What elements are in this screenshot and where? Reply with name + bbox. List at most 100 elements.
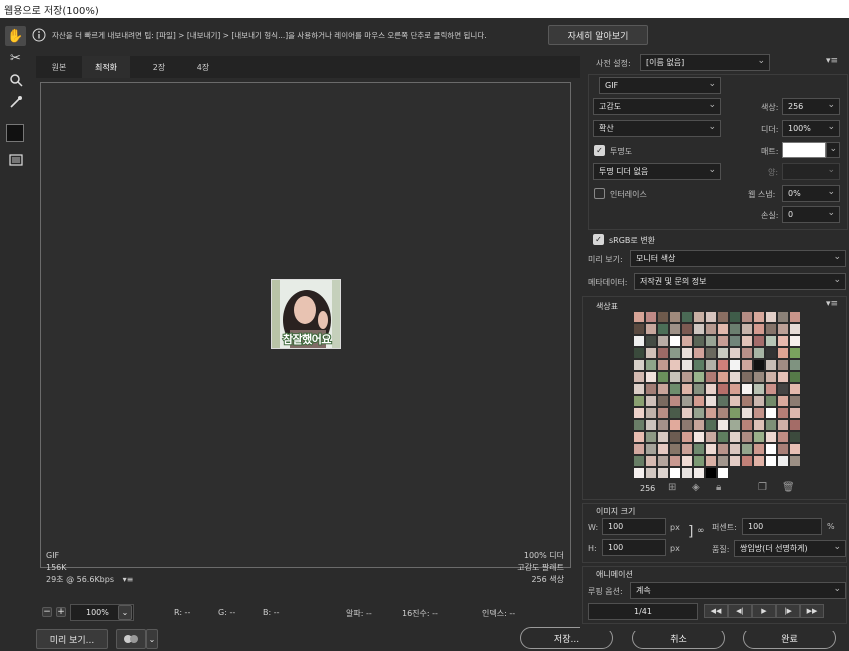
color-swatch[interactable] — [765, 431, 777, 443]
color-swatch[interactable] — [705, 467, 717, 479]
dither-algorithm-select[interactable]: 확산 ⌄ — [593, 120, 721, 137]
browser-preview-button[interactable]: 미리 보기... — [36, 629, 108, 649]
srgb-checkbox[interactable]: ✓ — [593, 234, 604, 245]
color-swatch[interactable] — [669, 443, 681, 455]
color-swatch[interactable] — [729, 431, 741, 443]
color-swatch[interactable] — [777, 311, 789, 323]
color-swatch[interactable] — [657, 419, 669, 431]
color-swatch[interactable] — [657, 467, 669, 479]
dither-field[interactable]: 100% ⌄ — [782, 120, 840, 137]
color-swatch[interactable] — [765, 407, 777, 419]
color-swatch[interactable] — [765, 359, 777, 371]
color-swatch[interactable] — [729, 347, 741, 359]
color-swatch[interactable] — [657, 323, 669, 335]
color-swatch[interactable] — [633, 347, 645, 359]
learn-more-button[interactable]: 자세히 알아보기 — [548, 25, 648, 45]
color-swatch[interactable] — [765, 443, 777, 455]
color-swatch[interactable] — [645, 455, 657, 467]
color-swatch[interactable] — [777, 443, 789, 455]
color-swatch[interactable] — [657, 311, 669, 323]
reduction-select[interactable]: 고감도 ⌄ — [593, 98, 721, 115]
color-swatch[interactable] — [657, 407, 669, 419]
color-swatch[interactable] — [633, 407, 645, 419]
color-swatch[interactable] — [645, 383, 657, 395]
color-swatch[interactable] — [753, 323, 765, 335]
color-swatch[interactable] — [717, 467, 729, 479]
color-swatch[interactable] — [765, 455, 777, 467]
tab-2up[interactable]: 2장 — [136, 56, 182, 78]
color-swatch[interactable] — [693, 383, 705, 395]
color-swatch[interactable] — [693, 467, 705, 479]
color-swatch[interactable] — [657, 443, 669, 455]
color-swatch[interactable] — [717, 371, 729, 383]
color-swatch[interactable] — [645, 347, 657, 359]
color-swatch[interactable] — [705, 455, 717, 467]
color-swatch[interactable] — [789, 311, 801, 323]
color-swatch[interactable] — [657, 431, 669, 443]
slice-select-tool-icon[interactable]: ✂ — [5, 48, 26, 68]
tab-optimized[interactable]: 최적화 — [82, 56, 130, 78]
next-frame-icon[interactable]: |▶ — [776, 604, 800, 618]
lossy-field[interactable]: 0 ⌄ — [782, 206, 840, 223]
color-swatch[interactable] — [741, 323, 753, 335]
color-swatch[interactable] — [789, 383, 801, 395]
color-swatch[interactable] — [705, 419, 717, 431]
color-swatch[interactable] — [729, 335, 741, 347]
preview-mode-select[interactable]: 모니터 색상 ⌄ — [630, 250, 846, 267]
color-swatch[interactable] — [681, 335, 693, 347]
color-swatch[interactable] — [633, 419, 645, 431]
color-swatch[interactable] — [789, 323, 801, 335]
first-frame-icon[interactable]: ◀◀ — [704, 604, 728, 618]
color-swatch[interactable] — [681, 455, 693, 467]
color-swatch[interactable] — [693, 431, 705, 443]
color-swatch[interactable] — [645, 323, 657, 335]
color-swatch[interactable] — [693, 443, 705, 455]
color-swatch[interactable] — [693, 371, 705, 383]
color-swatch[interactable] — [645, 431, 657, 443]
map-to-transparent-icon[interactable]: ⊞ — [668, 482, 676, 493]
color-swatch[interactable] — [669, 335, 681, 347]
color-swatch[interactable] — [645, 335, 657, 347]
color-swatch[interactable] — [633, 371, 645, 383]
color-swatch[interactable] — [789, 443, 801, 455]
color-swatch[interactable] — [765, 383, 777, 395]
link-chain-icon[interactable]: ∞ — [697, 526, 705, 536]
color-swatch[interactable] — [789, 359, 801, 371]
color-swatch[interactable] — [753, 335, 765, 347]
browser-dropdown-icon[interactable]: ⌄ — [146, 629, 158, 649]
color-swatch[interactable] — [633, 311, 645, 323]
color-swatch[interactable] — [669, 431, 681, 443]
color-swatch[interactable] — [633, 443, 645, 455]
color-swatch[interactable] — [669, 347, 681, 359]
color-swatch[interactable] — [777, 335, 789, 347]
color-swatch[interactable] — [765, 311, 777, 323]
color-swatch[interactable] — [693, 311, 705, 323]
percent-field[interactable]: 100 — [742, 518, 822, 535]
color-swatch[interactable] — [705, 407, 717, 419]
color-swatch[interactable] — [729, 455, 741, 467]
interlace-checkbox[interactable] — [594, 188, 605, 199]
color-swatch[interactable] — [717, 407, 729, 419]
color-swatch[interactable] — [705, 359, 717, 371]
color-swatch[interactable] — [681, 359, 693, 371]
color-swatch[interactable] — [645, 371, 657, 383]
color-swatch[interactable] — [729, 311, 741, 323]
color-swatch[interactable] — [777, 419, 789, 431]
preset-select[interactable]: [이름 없음] ⌄ — [640, 54, 770, 71]
websnap-field[interactable]: 0% ⌄ — [782, 185, 840, 202]
color-swatch[interactable] — [777, 395, 789, 407]
color-swatch[interactable] — [693, 323, 705, 335]
color-swatch[interactable] — [705, 431, 717, 443]
color-swatch[interactable] — [717, 335, 729, 347]
color-swatch[interactable] — [681, 443, 693, 455]
transparency-dither-select[interactable]: 투명 디더 없음 ⌄ — [593, 163, 721, 180]
optimize-menu-icon[interactable]: ▾≡ — [826, 56, 838, 66]
status-menu-icon[interactable]: ▾≡ — [123, 575, 134, 584]
color-swatch[interactable] — [669, 407, 681, 419]
color-swatch[interactable] — [693, 455, 705, 467]
color-swatch[interactable] — [765, 347, 777, 359]
new-color-icon[interactable]: ❐ — [758, 482, 767, 493]
color-swatch[interactable] — [681, 395, 693, 407]
color-table-grid[interactable] — [633, 311, 801, 479]
tab-original[interactable]: 원본 — [36, 56, 82, 78]
